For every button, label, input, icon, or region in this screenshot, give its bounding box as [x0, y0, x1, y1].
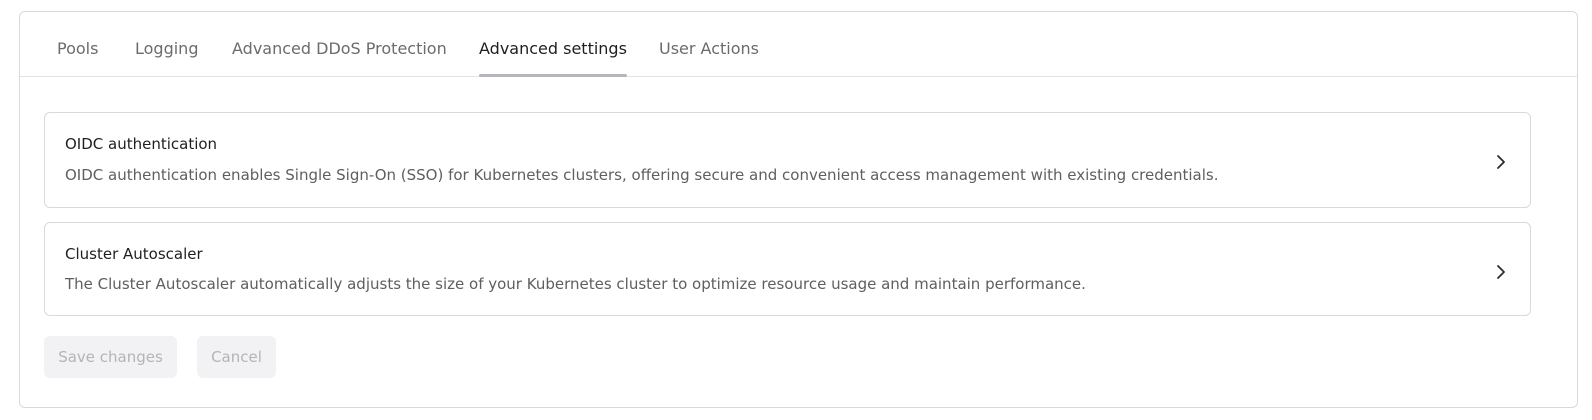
tab-advanced-ddos-protection[interactable]: Advanced DDoS Protection	[232, 39, 447, 59]
chevron-right-icon	[1497, 155, 1505, 169]
tab-pools[interactable]: Pools	[57, 39, 98, 59]
card-description: The Cluster Autoscaler automatically adj…	[65, 275, 1086, 293]
cancel-button[interactable]: Cancel	[197, 336, 276, 378]
chevron-right-icon	[1497, 265, 1505, 279]
tab-bar: Pools Logging Advanced DDoS Protection A…	[20, 12, 1577, 77]
card-title: Cluster Autoscaler	[65, 245, 203, 263]
tab-user-actions[interactable]: User Actions	[659, 39, 759, 59]
tab-advanced-settings[interactable]: Advanced settings	[479, 39, 627, 77]
card-title: OIDC authentication	[65, 135, 218, 153]
settings-panel: Pools Logging Advanced DDoS Protection A…	[19, 11, 1578, 408]
cluster-autoscaler-card[interactable]: Cluster Autoscaler The Cluster Autoscale…	[44, 222, 1531, 316]
save-changes-button[interactable]: Save changes	[44, 336, 177, 378]
oidc-authentication-card[interactable]: OIDC authentication OIDC authentication …	[44, 112, 1531, 208]
tab-logging[interactable]: Logging	[135, 39, 198, 59]
card-description: OIDC authentication enables Single Sign-…	[65, 166, 1219, 184]
